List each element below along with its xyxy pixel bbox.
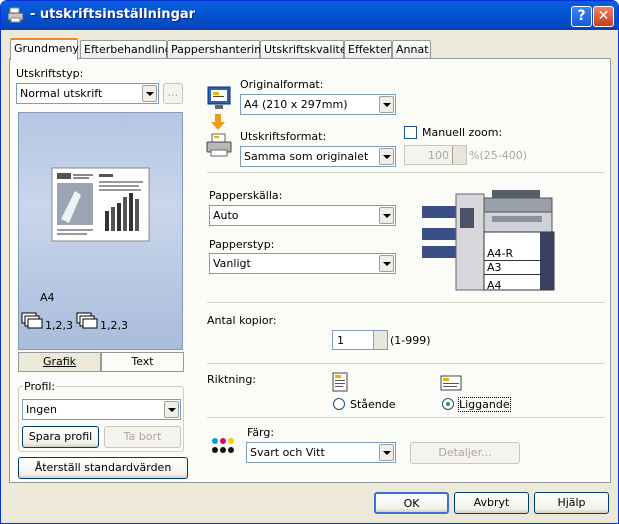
- help-title-button[interactable]: ?: [571, 6, 592, 27]
- paper-type-select[interactable]: Vanligt: [209, 253, 396, 274]
- landscape-label: Liggande: [458, 397, 511, 412]
- spin-up-icon[interactable]: [373, 331, 387, 340]
- orientation-label: Riktning:: [207, 373, 257, 386]
- landscape-page-icon: [440, 375, 462, 391]
- spin-up-icon[interactable]: [452, 146, 466, 155]
- tab-panel-grundmeny: Utskriftstyp: Normal utskrift ... A4 1,2…: [9, 58, 611, 483]
- tray-3: A4: [487, 279, 502, 292]
- portrait-page-icon: [332, 372, 348, 392]
- preview-tab-graphics[interactable]: Grafik: [18, 352, 101, 372]
- paper-source-value: Auto: [213, 209, 239, 222]
- collate-label-1: 1,2,3: [45, 319, 73, 332]
- cancel-button[interactable]: Avbryt: [454, 492, 529, 514]
- paper-type-label: Papperstyp:: [209, 238, 275, 251]
- copies-range: (1-999): [390, 334, 431, 347]
- original-format-label-text: Originalformat:: [240, 78, 324, 91]
- page-thumbnail-icon: [51, 167, 150, 242]
- chevron-down-icon[interactable]: [379, 96, 394, 113]
- divider: [207, 417, 605, 419]
- original-format-select[interactable]: A4 (210 x 297mm): [240, 94, 396, 115]
- copies-label: Antal kopior:: [207, 314, 277, 327]
- tab-efterbehandling[interactable]: Efterbehandling: [80, 40, 172, 59]
- printer-app-icon: [7, 7, 24, 23]
- print-type-select[interactable]: Normal utskrift: [16, 83, 159, 104]
- spin-down-icon[interactable]: [373, 340, 387, 349]
- divider: [207, 172, 605, 174]
- arrow-down-icon: [211, 114, 225, 130]
- color-select[interactable]: Svart och Vitt: [246, 442, 396, 463]
- profile-value: Ingen: [26, 403, 57, 416]
- print-preview: A4 1,2,3 1,2,3: [18, 112, 183, 350]
- chevron-down-icon[interactable]: [379, 255, 394, 272]
- ok-button[interactable]: OK: [374, 492, 449, 514]
- profile-group: Profil: Ingen Spara profil Ta bort: [18, 380, 184, 452]
- original-format-icon: [207, 86, 231, 109]
- chevron-down-icon[interactable]: [379, 148, 394, 165]
- print-type-value: Normal utskrift: [20, 87, 103, 100]
- preview-tab-text[interactable]: Text: [101, 352, 184, 372]
- window-title: - utskriftsinställningar: [30, 7, 196, 22]
- zoom-range: %(25-400): [469, 149, 527, 162]
- help-button[interactable]: Hjälp: [534, 492, 609, 514]
- divider: [207, 363, 605, 365]
- close-button[interactable]: ✕: [593, 6, 614, 27]
- text-tab-label: Text: [131, 355, 154, 368]
- manual-zoom-label: Manuell zoom:: [422, 126, 503, 139]
- collate-icon: [21, 312, 43, 329]
- tray-1: A4-R: [484, 247, 542, 261]
- tab-annat[interactable]: Annat: [392, 40, 431, 59]
- output-format-select[interactable]: Samma som originalet: [240, 146, 396, 167]
- original-format-label: OOriginalformat:: [240, 78, 324, 91]
- graphics-tab-label: Grafik: [42, 355, 77, 368]
- original-format-value: A4 (210 x 297mm): [244, 98, 348, 111]
- tab-grundmeny[interactable]: Grundmeny: [10, 38, 79, 60]
- tab-pappershantering[interactable]: Pappershantering: [167, 40, 268, 59]
- chevron-down-icon[interactable]: [142, 85, 157, 102]
- print-type-label: Utskriftstyp:: [16, 67, 84, 80]
- copies-value: 1: [337, 334, 344, 347]
- collate-label-2: 1,2,3: [100, 319, 128, 332]
- color-toner-icon: [212, 438, 234, 453]
- tab-utskriftskvalitet[interactable]: Utskriftskvalitet: [260, 40, 351, 59]
- landscape-radio[interactable]: [442, 398, 454, 410]
- tab-effekter[interactable]: Effekter: [344, 40, 392, 59]
- profile-select[interactable]: Ingen: [22, 399, 181, 420]
- output-format-value: Samma som originalet: [244, 150, 369, 163]
- manual-zoom-checkbox[interactable]: [404, 126, 417, 139]
- title-bar: - utskriftsinställningar ? ✕: [1, 1, 618, 30]
- portrait-label: Stående: [350, 398, 396, 411]
- zoom-value: 100: [428, 149, 449, 162]
- chevron-down-icon[interactable]: [164, 401, 179, 418]
- color-value: Svart och Vitt: [250, 446, 325, 459]
- divider: [207, 302, 605, 304]
- copies-spinner[interactable]: 1: [332, 330, 388, 350]
- chevron-down-icon[interactable]: [379, 444, 394, 461]
- output-format-label: Utskriftsformat:: [240, 130, 327, 143]
- details-button[interactable]: Detaljer...: [410, 442, 520, 464]
- dialog-window: - utskriftsinställningar ? ✕ Grundmeny E…: [0, 0, 619, 524]
- spin-down-icon[interactable]: [452, 155, 466, 164]
- chevron-down-icon[interactable]: [379, 207, 394, 224]
- profile-label: Profil:: [23, 380, 57, 393]
- preview-paper-size: A4: [40, 291, 55, 304]
- delete-profile-button[interactable]: Ta bort: [104, 426, 181, 448]
- paper-source-label: Papperskälla:: [209, 189, 283, 202]
- zoom-spinner[interactable]: 100: [404, 145, 467, 165]
- reset-defaults-button[interactable]: Återställ standardvärden: [18, 457, 188, 479]
- save-profile-button[interactable]: Spara profil: [22, 426, 99, 448]
- paper-type-value: Vanligt: [213, 257, 251, 270]
- portrait-radio[interactable]: [333, 398, 345, 410]
- tray-2: A3: [484, 261, 542, 275]
- collate-icon: [76, 312, 98, 329]
- paper-source-select[interactable]: Auto: [209, 205, 396, 226]
- print-type-more-button[interactable]: ...: [163, 83, 183, 104]
- printer-icon: [206, 133, 232, 157]
- color-label: Färg:: [247, 426, 275, 439]
